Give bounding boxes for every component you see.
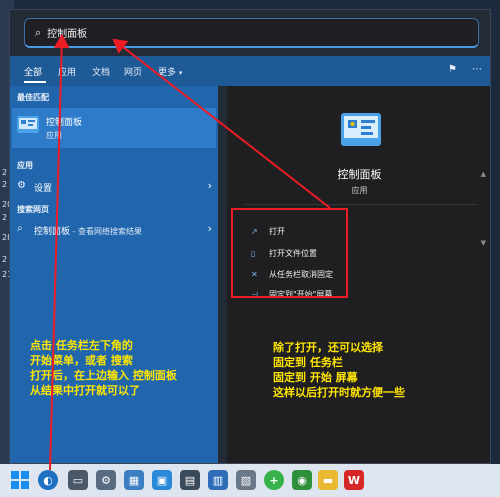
annotation-arrows	[49, 34, 331, 471]
arrow-from-actions	[112, 38, 331, 209]
arrow-to-search	[49, 34, 70, 471]
